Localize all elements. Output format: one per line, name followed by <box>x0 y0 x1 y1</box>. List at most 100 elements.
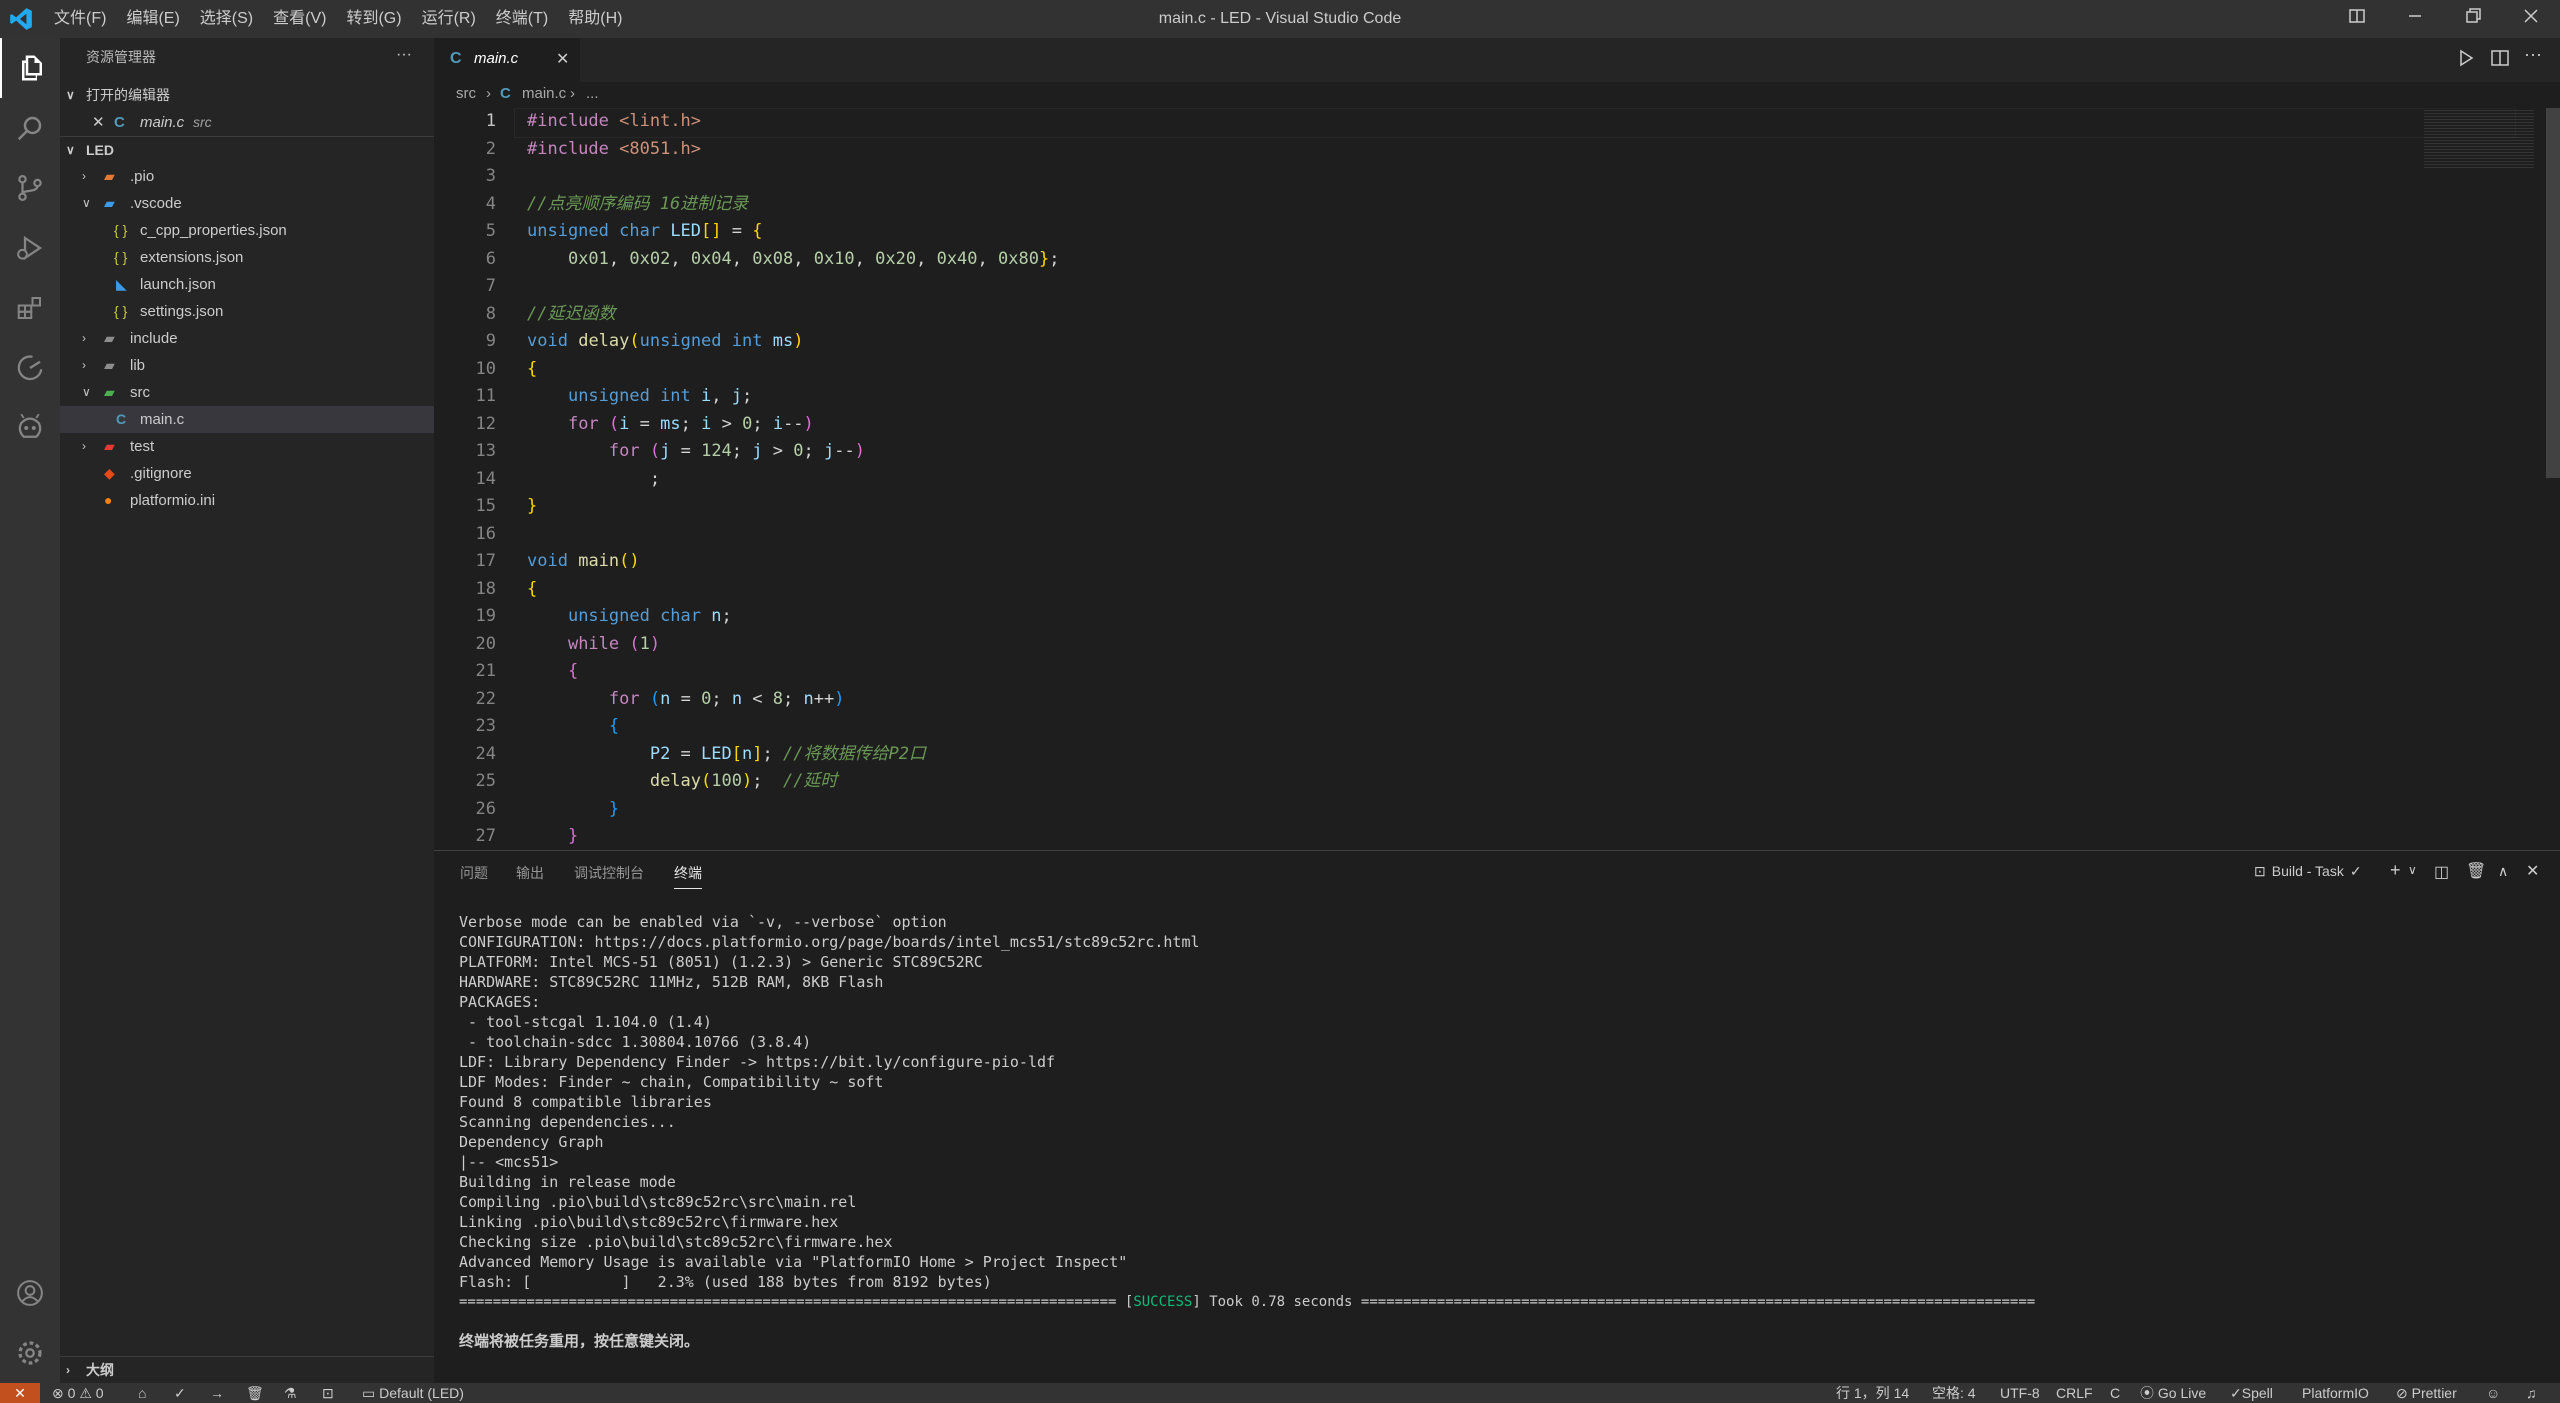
tree-item-gitignore[interactable]: ◆ .gitignore <box>60 460 434 487</box>
close-panel-icon[interactable]: ✕ <box>2526 861 2539 881</box>
project-header[interactable]: ∨ LED <box>60 136 434 164</box>
split-terminal-icon[interactable]: ◫ <box>2434 862 2449 882</box>
chevron-down-icon: ∨ <box>82 196 91 210</box>
tab-main-c[interactable]: C main.c ✕ <box>434 38 580 82</box>
more-actions-icon[interactable]: ··· <box>396 46 412 64</box>
extensions-icon[interactable] <box>0 278 60 338</box>
language-mode[interactable]: C <box>2110 1383 2120 1403</box>
git-icon: ◆ <box>104 465 115 481</box>
editor-more-icon[interactable]: ··· <box>2524 44 2542 65</box>
menu-bar: 文件(F) 编辑(E) 选择(S) 查看(V) 转到(G) 运行(R) 终端(T… <box>44 0 632 38</box>
chevron-right-icon: › <box>82 358 86 372</box>
search-icon[interactable] <box>0 98 60 158</box>
menu-edit[interactable]: 编辑(E) <box>116 0 189 38</box>
new-terminal-icon[interactable]: + <box>2390 860 2401 881</box>
problems-indicator[interactable]: ⊗ 0 ⚠ 0 <box>52 1383 104 1403</box>
terminal-line: LDF Modes: Finder ~ chain, Compatibility… <box>459 1073 884 1091</box>
tree-item-pio[interactable]: › ▰ .pio <box>60 163 434 190</box>
close-window-button[interactable] <box>2502 0 2560 38</box>
cursor-position[interactable]: 行 1，列 14 <box>1836 1383 1909 1403</box>
tree-item-c-cpp-properties[interactable]: { } c_cpp_properties.json <box>60 217 434 244</box>
editor-scrollbar[interactable] <box>2546 108 2560 478</box>
terminal-line: Checking size .pio\build\stc89c52rc\firm… <box>459 1233 893 1251</box>
open-editors-header[interactable]: ∨ 打开的编辑器 <box>60 82 434 109</box>
task-selector[interactable]: ⊡ Build - Task ✓ <box>2254 863 2362 880</box>
chevron-down-icon[interactable]: ∨ <box>2408 863 2417 877</box>
tree-item-settings[interactable]: { } settings.json <box>60 298 434 325</box>
upload-arrow-icon[interactable]: → <box>210 1383 224 1403</box>
tab-terminal[interactable]: 终端 <box>674 858 702 889</box>
breadcrumb-main-c[interactable]: main.c <box>522 85 566 102</box>
close-tab-icon[interactable]: ✕ <box>556 49 569 69</box>
settings-gear-icon[interactable] <box>0 1323 60 1383</box>
editor-tab-bar: C main.c ✕ ··· <box>434 38 2560 82</box>
clean-trash-icon[interactable]: 🗑 <box>246 1383 264 1403</box>
split-editor-icon[interactable] <box>2490 48 2510 73</box>
home-icon[interactable]: ⌂ <box>138 1383 146 1403</box>
tree-item-platformio-ini[interactable]: ● platformio.ini <box>60 487 434 514</box>
test-flask-icon[interactable]: ⚗ <box>284 1383 297 1403</box>
terminal-line: CONFIGURATION: https://docs.platformio.o… <box>459 933 1200 951</box>
trash-icon[interactable]: 🗑 <box>2466 861 2486 881</box>
open-editor-item[interactable]: ✕ C main.c src <box>60 109 434 136</box>
tab-debug-console[interactable]: 调试控制台 <box>574 851 644 895</box>
breadcrumb-symbols[interactable]: ... <box>586 85 599 102</box>
tree-item-extensions[interactable]: { } extensions.json <box>60 244 434 271</box>
source-control-icon[interactable] <box>0 158 60 218</box>
code-line: } <box>527 496 538 516</box>
run-debug-icon[interactable] <box>0 218 60 278</box>
tree-item-launch[interactable]: ◣ launch.json <box>60 271 434 298</box>
run-code-icon[interactable] <box>2456 48 2476 73</box>
menu-go[interactable]: 转到(G) <box>336 0 411 38</box>
remote-indicator-icon[interactable]: ✕ <box>0 1383 40 1403</box>
code-line: P2 = LED[n]; //将数据传给P2口 <box>649 743 926 764</box>
tree-item-lib[interactable]: › ▰ lib <box>60 352 434 379</box>
outline-header[interactable]: › 大纲 <box>60 1356 434 1384</box>
tree-item-vscode[interactable]: ∨ ▰ .vscode <box>60 190 434 217</box>
tree-item-src[interactable]: ∨ ▰ src <box>60 379 434 406</box>
explorer-icon[interactable] <box>0 38 62 98</box>
menu-selection[interactable]: 选择(S) <box>190 0 263 38</box>
menu-run[interactable]: 运行(R) <box>412 0 486 38</box>
build-check-icon[interactable]: ✓ <box>174 1383 186 1403</box>
prettier[interactable]: ⊘ Prettier <box>2396 1383 2457 1403</box>
go-live[interactable]: ⦿ Go Live <box>2140 1383 2206 1403</box>
c-file-icon: C <box>450 50 462 67</box>
menu-help[interactable]: 帮助(H) <box>558 0 632 38</box>
tab-problems[interactable]: 问题 <box>460 851 488 895</box>
menu-view[interactable]: 查看(V) <box>263 0 336 38</box>
serial-monitor-icon[interactable]: ⊡ <box>322 1383 334 1403</box>
env-selector[interactable]: ▭ Default (LED) <box>362 1383 464 1403</box>
close-icon[interactable]: ✕ <box>92 109 105 136</box>
indentation[interactable]: 空格: 4 <box>1932 1383 1976 1403</box>
line-number: 13 <box>475 441 496 461</box>
tree-item-test[interactable]: › ▰ test <box>60 433 434 460</box>
line-number: 23 <box>475 716 496 736</box>
minimap[interactable] <box>2424 108 2534 168</box>
tree-item-main-c[interactable]: C main.c <box>60 406 434 433</box>
code-line: { <box>608 716 620 736</box>
minimize-button[interactable] <box>2386 0 2444 38</box>
tab-output[interactable]: 输出 <box>516 851 544 895</box>
encoding[interactable]: UTF-8 <box>2000 1383 2040 1403</box>
maximize-panel-icon[interactable]: ∧ <box>2498 863 2508 880</box>
code-editor[interactable]: 1 2 3 4 5 6 7 8 9 10 11 12 13 14 15 16 17 18 19 20 21 22 23 24 2… <box>434 108 2560 850</box>
broadcast-icon: ⦿ <box>2140 1385 2154 1401</box>
line-number: 2 <box>485 138 496 159</box>
feedback-icon[interactable]: ☺ <box>2486 1383 2500 1403</box>
tree-item-include[interactable]: › ▰ include <box>60 325 434 352</box>
notifications-bell-icon[interactable]: ♫ <box>2526 1383 2537 1403</box>
breadcrumb-src[interactable]: src <box>456 85 476 102</box>
remote-icon[interactable] <box>0 338 60 398</box>
menu-terminal[interactable]: 终端(T) <box>486 0 558 38</box>
end-of-line[interactable]: CRLF <box>2056 1383 2093 1403</box>
spell-check[interactable]: ✓Spell <box>2230 1383 2273 1403</box>
terminal-icon: ⊡ <box>2254 863 2266 879</box>
menu-file[interactable]: 文件(F) <box>44 0 116 38</box>
layout-icon[interactable] <box>2328 0 2386 38</box>
restore-button[interactable] <box>2444 0 2502 38</box>
account-icon[interactable] <box>0 1263 60 1323</box>
platformio-icon[interactable] <box>0 398 60 458</box>
terminal-line: PACKAGES: <box>459 993 541 1011</box>
platformio-status[interactable]: PlatformIO <box>2302 1383 2369 1403</box>
